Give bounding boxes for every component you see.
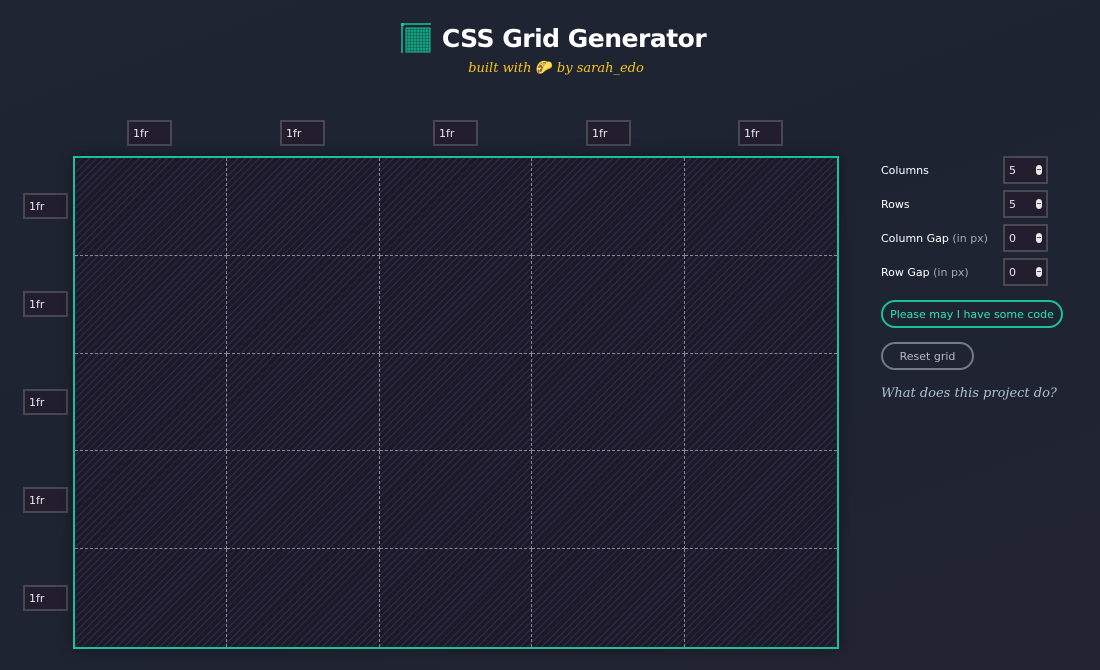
grid-cell[interactable] <box>684 354 837 452</box>
columns-label: Columns <box>881 163 929 177</box>
grid-cell[interactable] <box>227 353 380 452</box>
column-size-input-4[interactable]: 1fr <box>586 120 631 146</box>
reset-grid-button[interactable]: Reset grid <box>881 342 974 370</box>
grid-icon <box>400 23 431 53</box>
column-gap-value: 0 <box>1009 231 1016 245</box>
row-size-input-2[interactable]: 1fr <box>23 291 68 317</box>
spinner-icon[interactable] <box>1036 267 1042 277</box>
grid-cell[interactable] <box>532 353 685 452</box>
column-gap-hint: (in px) <box>952 231 988 245</box>
grid-cell[interactable] <box>75 255 228 354</box>
grid-cell[interactable] <box>685 549 837 647</box>
spinner-icon[interactable] <box>1036 233 1042 243</box>
grid-cell[interactable] <box>75 353 228 452</box>
controls-panel: Columns 5 Rows 5 Column Gap (in px) 0 Ro… <box>881 156 1081 401</box>
get-code-button[interactable]: Please may I have some code <box>881 300 1063 328</box>
rows-control: Rows 5 <box>881 190 1048 218</box>
author-link[interactable]: by sarah_edo <box>557 61 644 76</box>
columns-control: Columns 5 <box>881 156 1048 184</box>
grid-cell[interactable] <box>684 158 837 256</box>
row-gap-label: Row Gap (in px) <box>881 265 969 279</box>
grid-cell[interactable] <box>380 549 533 647</box>
column-size-input-1[interactable]: 1fr <box>127 120 172 146</box>
grid-cell[interactable] <box>227 255 380 354</box>
columns-value: 5 <box>1009 163 1016 177</box>
column-gap-input[interactable]: 0 <box>1003 224 1048 252</box>
column-gap-control: Column Gap (in px) 0 <box>881 224 1048 252</box>
grid-cell[interactable] <box>75 549 228 647</box>
spinner-icon[interactable] <box>1036 199 1042 209</box>
grid-cell[interactable] <box>379 158 533 256</box>
column-size-input-2[interactable]: 1fr <box>280 120 325 146</box>
row-gap-value: 0 <box>1009 265 1016 279</box>
rows-input[interactable]: 5 <box>1003 190 1048 218</box>
row-gap-control: Row Gap (in px) 0 <box>881 258 1048 286</box>
row-gap-hint: (in px) <box>933 265 969 279</box>
grid-cell[interactable] <box>379 353 533 452</box>
grid-cell[interactable] <box>75 451 228 550</box>
grid-cell[interactable] <box>532 255 685 354</box>
grid-cell[interactable] <box>227 549 380 647</box>
grid-cell[interactable] <box>684 451 837 550</box>
row-size-input-4[interactable]: 1fr <box>23 487 68 513</box>
subtitle-prefix: built with <box>468 60 532 76</box>
row-size-input-3[interactable]: 1fr <box>23 389 68 415</box>
row-size-input-5[interactable]: 1fr <box>23 585 68 611</box>
column-size-input-5[interactable]: 1fr <box>738 120 783 146</box>
about-project-link[interactable]: What does this project do? <box>881 386 1081 401</box>
grid-cell[interactable] <box>227 451 380 550</box>
row-size-input-1[interactable]: 1fr <box>23 193 68 219</box>
page-title: CSS Grid Generator <box>441 23 707 53</box>
grid-cell[interactable] <box>75 158 228 256</box>
grid-canvas[interactable] <box>73 156 839 649</box>
grid-cell[interactable] <box>227 158 380 256</box>
grid-cell[interactable] <box>532 451 685 550</box>
grid-cell[interactable] <box>532 158 685 256</box>
row-gap-input[interactable]: 0 <box>1003 258 1048 286</box>
grid-cell[interactable] <box>532 549 685 647</box>
column-size-input-3[interactable]: 1fr <box>433 120 478 146</box>
rows-value: 5 <box>1009 197 1016 211</box>
taco-icon: 🌮 <box>535 60 553 76</box>
header: CSS Grid Generator built with 🌮 by sarah… <box>0 22 1100 76</box>
column-gap-label: Column Gap (in px) <box>881 231 988 245</box>
spinner-icon[interactable] <box>1036 165 1042 175</box>
rows-label: Rows <box>881 197 910 211</box>
grid-cell[interactable] <box>379 451 533 550</box>
grid-cell[interactable] <box>379 255 533 354</box>
subtitle: built with 🌮 by sarah_edo <box>12 60 1100 76</box>
columns-input[interactable]: 5 <box>1003 156 1048 184</box>
grid-cell[interactable] <box>684 256 837 354</box>
